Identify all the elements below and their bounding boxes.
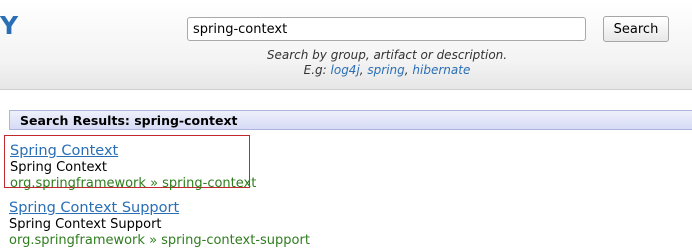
result-coordinates: org.springframework » spring-context	[10, 176, 257, 191]
result-description: Spring Context	[10, 160, 108, 175]
result-title-link[interactable]: Spring Context Support	[9, 199, 310, 217]
site-logo[interactable]: Y	[0, 11, 18, 41]
search-examples: E.g: log4j, spring, hibernate	[187, 63, 587, 78]
example-link-log4j[interactable]: log4j	[331, 63, 360, 77]
search-button[interactable]: Search	[603, 16, 669, 42]
search-result-item[interactable]: Spring Context Support Spring Context Su…	[9, 199, 310, 248]
site-header: Y Search Search by group, artifact or de…	[0, 0, 692, 90]
search-results-title: Search Results: spring-context	[20, 113, 238, 128]
example-link-hibernate[interactable]: hibernate	[412, 63, 470, 77]
search-hint: Search by group, artifact or description…	[266, 48, 508, 62]
search-input[interactable]	[187, 17, 586, 41]
search-result-item-selected[interactable]: Spring Context Spring Context org.spring…	[4, 135, 257, 191]
example-link-spring[interactable]: spring	[367, 63, 404, 77]
result-description: Spring Context Support	[9, 217, 162, 232]
result-title-link[interactable]: Spring Context	[10, 142, 249, 160]
examples-prefix: E.g:	[303, 63, 331, 77]
search-results-header: Search Results: spring-context	[9, 110, 692, 130]
